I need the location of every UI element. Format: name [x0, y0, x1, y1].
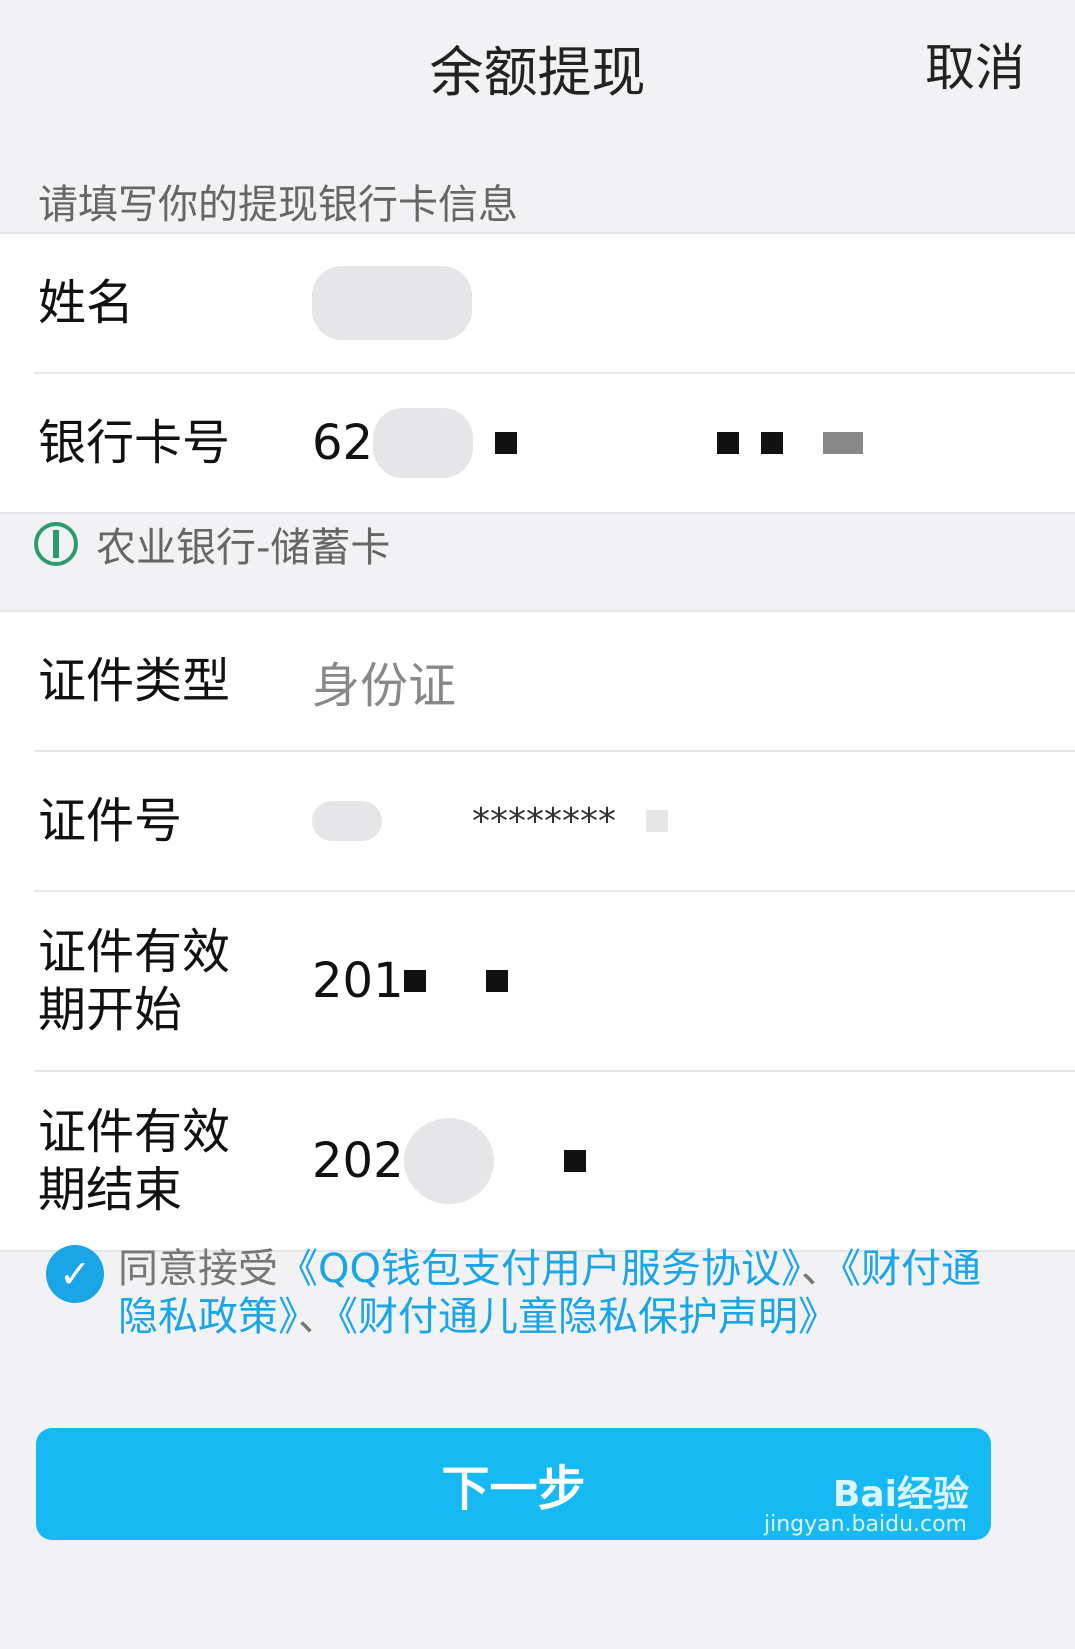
- card-number-value[interactable]: 62: [312, 374, 864, 512]
- header: 余额提现 取消: [0, 0, 1075, 130]
- name-row[interactable]: 姓名: [34, 234, 1075, 374]
- redacted-mark: [563, 1150, 586, 1172]
- service-agreement-link[interactable]: 《QQ钱包支付用户服务协议》: [278, 1246, 801, 1292]
- id-type-label: 证件类型: [38, 653, 231, 709]
- id-number-row[interactable]: 证件号 ********: [34, 752, 1075, 892]
- redacted-blur: [373, 408, 474, 478]
- redacted-mark: [761, 432, 784, 454]
- bank-name: 农业银行-储蓄卡: [96, 525, 391, 571]
- redacted-mark: [823, 432, 864, 454]
- card-number-prefix: 62: [312, 415, 374, 471]
- bank-info: 农业银行-储蓄卡: [34, 515, 390, 573]
- redacted-mark: [495, 432, 518, 454]
- redacted-mark: [485, 970, 508, 992]
- redacted-blur: [646, 810, 668, 832]
- valid-end-prefix: 202: [312, 1133, 404, 1189]
- id-number-label: 证件号: [38, 793, 183, 849]
- bank-card-form: 姓名 银行卡号 62: [0, 232, 1075, 514]
- valid-end-label: 证件有效 期结束: [38, 1072, 278, 1250]
- child-privacy-link[interactable]: 《财付通儿童隐私保护声明》: [338, 1294, 838, 1340]
- form-hint: 请填写你的提现银行卡信息: [38, 182, 518, 228]
- valid-end-label-line1: 证件有效: [38, 1104, 231, 1160]
- redacted-blur: [403, 1118, 494, 1204]
- name-label: 姓名: [38, 275, 135, 331]
- agreement-sep: 、: [800, 1246, 841, 1292]
- agreement-text: 同意接受《QQ钱包支付用户服务协议》、《财付通隐私政策》、《财付通儿童隐私保护声…: [118, 1245, 986, 1341]
- redacted-blur: [312, 801, 382, 841]
- id-number-value[interactable]: ********: [312, 752, 668, 890]
- agree-checkbox[interactable]: ✓: [46, 1245, 104, 1303]
- watermark-url: jingyan.baidu.com: [763, 1512, 967, 1537]
- name-value[interactable]: [312, 234, 472, 372]
- abc-bank-icon: [34, 522, 78, 566]
- agreement-prefix: 同意接受: [118, 1246, 278, 1292]
- valid-end-value[interactable]: 202: [312, 1072, 586, 1250]
- valid-start-label-line1: 证件有效: [38, 924, 231, 980]
- id-type-row[interactable]: 证件类型 身份证: [34, 612, 1075, 752]
- agreement-sep: 、: [298, 1294, 338, 1340]
- id-form: 证件类型 身份证 证件号 ******** 证件有效 期开始 201 证件有效 期结…: [0, 610, 1075, 1252]
- card-number-row[interactable]: 银行卡号 62: [34, 374, 1075, 512]
- cancel-button[interactable]: 取消: [925, 28, 1025, 100]
- valid-end-label-line2: 期结束: [38, 1162, 183, 1218]
- redacted-mark: [717, 432, 740, 454]
- redacted-mark: [403, 970, 426, 992]
- watermark-brand: Bai经验: [832, 1474, 969, 1515]
- card-number-label: 银行卡号: [38, 415, 231, 471]
- valid-start-value[interactable]: 201: [312, 892, 508, 1070]
- valid-start-row[interactable]: 证件有效 期开始 201: [34, 892, 1075, 1072]
- valid-start-label: 证件有效 期开始: [38, 892, 278, 1070]
- valid-start-prefix: 201: [312, 953, 404, 1009]
- id-number-mask: ********: [472, 800, 616, 842]
- id-type-value[interactable]: 身份证: [312, 612, 456, 750]
- agreement: ✓ 同意接受《QQ钱包支付用户服务协议》、《财付通隐私政策》、《财付通儿童隐私保…: [46, 1245, 986, 1341]
- valid-start-label-line2: 期开始: [38, 982, 183, 1038]
- redacted-blur: [312, 266, 472, 340]
- page-title: 余额提现: [429, 41, 646, 104]
- valid-end-row[interactable]: 证件有效 期结束 202: [34, 1072, 1075, 1250]
